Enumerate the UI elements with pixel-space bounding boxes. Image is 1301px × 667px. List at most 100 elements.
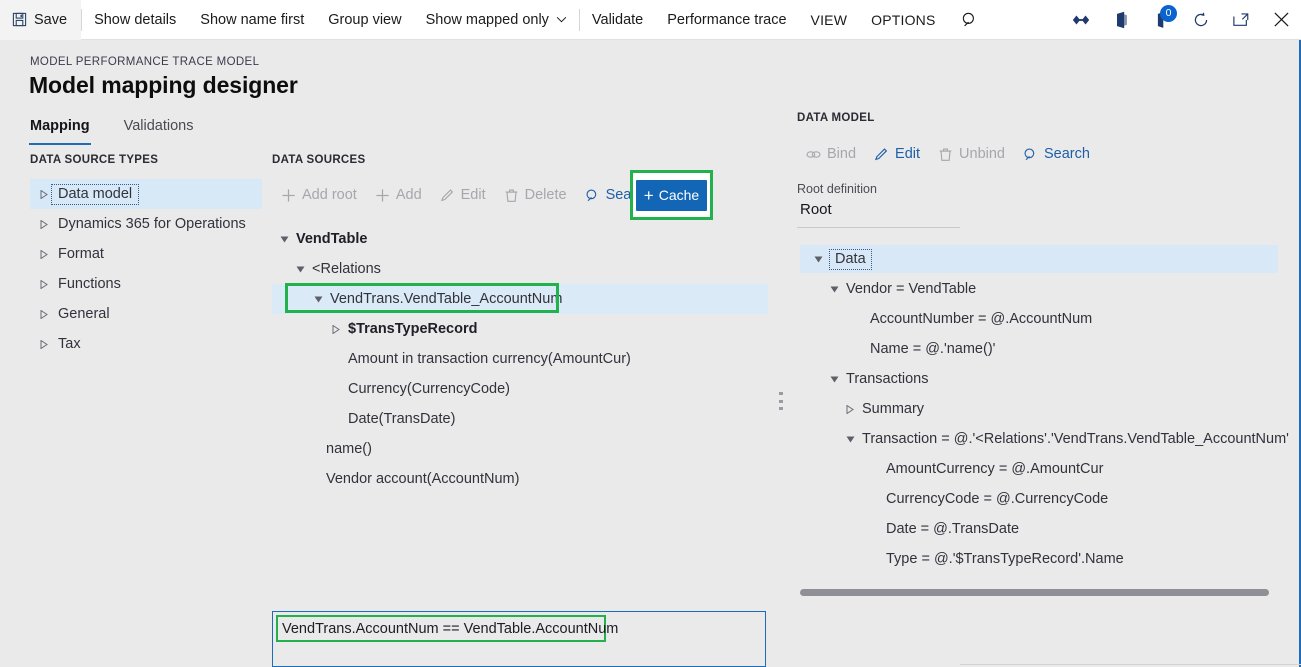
chevron-down-icon[interactable] (822, 375, 846, 384)
tree-node-currencycode[interactable]: Currency(CurrencyCode) (272, 374, 768, 404)
panel-splitter-handle[interactable] (779, 392, 783, 410)
model-node-type[interactable]: Type = @.'$TransTypeRecord'.Name (806, 544, 1280, 574)
chevron-down-icon[interactable] (272, 235, 296, 244)
edit-button[interactable]: Edit (431, 178, 495, 212)
model-node-data-label: Data (829, 248, 872, 270)
model-node-summary[interactable]: Summary (806, 394, 1280, 424)
show-name-first-button[interactable]: Show name first (188, 0, 316, 40)
data-source-types-heading: DATA SOURCE TYPES (30, 154, 159, 166)
chevron-down-icon[interactable] (838, 435, 862, 444)
scrollbar-thumb[interactable] (800, 589, 1269, 596)
model-node-transactions[interactable]: Transactions (806, 364, 1280, 394)
bottom-divider (960, 664, 1301, 665)
plus-icon: + (643, 185, 654, 205)
sidebar-item-format-label: Format (58, 246, 104, 262)
edit-model-button[interactable]: Edit (865, 137, 929, 171)
model-node-transactions-label: Transactions (846, 371, 929, 387)
trash-icon (504, 188, 519, 203)
save-icon (12, 12, 27, 27)
model-node-amountcurrency[interactable]: AmountCurrency = @.AmountCur (806, 454, 1280, 484)
chevron-down-icon (556, 16, 567, 23)
model-node-date[interactable]: Date = @.TransDate (806, 514, 1280, 544)
tree-node-transdate[interactable]: Date(TransDate) (272, 404, 768, 434)
model-node-transaction[interactable]: Transaction = @.'<Relations'.'VendTrans.… (806, 424, 1289, 454)
chevron-down-icon[interactable] (822, 285, 846, 294)
tree-node-vendtable[interactable]: VendTable (272, 224, 768, 254)
settings-icon[interactable] (1061, 0, 1101, 40)
sidebar-item-data-model[interactable]: Data model (30, 179, 262, 209)
model-mapping-designer-window: Save Show details Show name first Group … (0, 0, 1301, 667)
data-model-heading: DATA MODEL (797, 112, 875, 124)
add-button[interactable]: Add (366, 178, 431, 212)
show-details-button[interactable]: Show details (82, 0, 188, 40)
chevron-right-icon[interactable] (324, 324, 348, 334)
tree-node-relations[interactable]: <Relations (272, 254, 768, 284)
data-sources-tree: VendTable <Relations VendTrans.VendTable… (272, 224, 768, 494)
tab-validations[interactable]: Validations (123, 113, 195, 145)
plus-icon (375, 188, 390, 203)
close-icon[interactable] (1261, 0, 1301, 40)
tree-node-amountcur[interactable]: Amount in transaction currency(AmountCur… (272, 344, 768, 374)
page-header: MODEL PERFORMANCE TRACE MODEL Model mapp… (0, 40, 1301, 146)
sidebar-item-dynamics-365-for-operations[interactable]: Dynamics 365 for Operations (30, 209, 262, 239)
chevron-down-icon[interactable] (806, 255, 830, 264)
tree-node-name-function[interactable]: name() (272, 434, 768, 464)
chevron-right-icon (30, 279, 58, 289)
show-mapped-only-dropdown[interactable]: Show mapped only (414, 0, 579, 40)
chevron-right-icon (30, 339, 58, 349)
notifications-icon[interactable]: 0 (1141, 0, 1181, 40)
popout-icon[interactable] (1221, 0, 1261, 40)
office-app-icon[interactable] (1101, 0, 1141, 40)
show-details-label: Show details (94, 11, 177, 28)
model-node-data[interactable]: Data (806, 244, 1280, 274)
model-node-vendor[interactable]: Vendor = VendTable (806, 274, 1280, 304)
tree-node-transtyperecord[interactable]: $TransTypeRecord (272, 314, 768, 344)
data-source-types-list: Data model Dynamics 365 for Operations F… (30, 179, 262, 359)
data-model-toolbar: Bind Edit Unbind Search (797, 140, 1099, 168)
link-icon (806, 147, 821, 162)
model-node-name-label: Name = @.'name()' (870, 341, 996, 357)
options-label: OPTIONS (871, 11, 936, 28)
model-node-type-label: Type = @.'$TransTypeRecord'.Name (886, 551, 1124, 567)
group-view-label: Group view (328, 11, 402, 28)
performance-trace-button[interactable]: Performance trace (655, 0, 798, 40)
add-root-button[interactable]: Add root (272, 178, 366, 212)
validate-button[interactable]: Validate (580, 0, 655, 40)
sidebar-item-functions[interactable]: Functions (30, 269, 262, 299)
search-icon[interactable] (948, 0, 992, 40)
unbind-button[interactable]: Unbind (929, 137, 1014, 171)
view-menu[interactable]: VIEW (799, 0, 860, 40)
group-view-button[interactable]: Group view (316, 0, 413, 40)
model-node-name[interactable]: Name = @.'name()' (806, 334, 1280, 364)
tab-mapping[interactable]: Mapping (29, 113, 91, 145)
sidebar-item-tax[interactable]: Tax (30, 329, 262, 359)
tree-node-vendtrans-relation[interactable]: VendTrans.VendTable_AccountNum (272, 284, 768, 314)
delete-button[interactable]: Delete (495, 178, 576, 212)
validate-label: Validate (591, 11, 644, 28)
model-node-transaction-label: Transaction = @.'<Relations'.'VendTrans.… (862, 431, 1289, 447)
refresh-icon[interactable] (1181, 0, 1221, 40)
chevron-down-icon[interactable] (288, 265, 312, 274)
tree-node-relations-label: <Relations (312, 261, 381, 277)
model-node-date-label: Date = @.TransDate (886, 521, 1020, 537)
edit-label: Edit (460, 187, 486, 203)
data-sources-toolbar: Add root Add Edit Delete Search (272, 178, 661, 212)
cache-button[interactable]: + Cache (636, 179, 707, 211)
save-button[interactable]: Save (0, 0, 82, 40)
model-node-accountnumber[interactable]: AccountNumber = @.AccountNum (806, 304, 1280, 334)
tree-node-vendor-account[interactable]: Vendor account(AccountNum) (272, 464, 768, 494)
bind-button[interactable]: Bind (797, 137, 865, 171)
chevron-down-icon[interactable] (306, 295, 330, 304)
root-definition-field[interactable]: Root (797, 201, 960, 228)
options-menu[interactable]: OPTIONS (859, 0, 947, 40)
model-node-vendor-label: Vendor = VendTable (846, 281, 977, 297)
data-model-horizontal-scrollbar[interactable] (800, 589, 1269, 596)
sidebar-item-format[interactable]: Format (30, 239, 262, 269)
search-model-button[interactable]: Search (1014, 137, 1099, 171)
chevron-right-icon[interactable] (838, 404, 862, 414)
tree-node-vendtrans-relation-label: VendTrans.VendTable_AccountNum (330, 291, 563, 307)
model-node-currencycode[interactable]: CurrencyCode = @.CurrencyCode (806, 484, 1280, 514)
tree-node-transdate-label: Date(TransDate) (348, 411, 456, 427)
data-model-tree: Data Vendor = VendTable AccountNumber = … (806, 244, 1289, 574)
sidebar-item-general[interactable]: General (30, 299, 262, 329)
